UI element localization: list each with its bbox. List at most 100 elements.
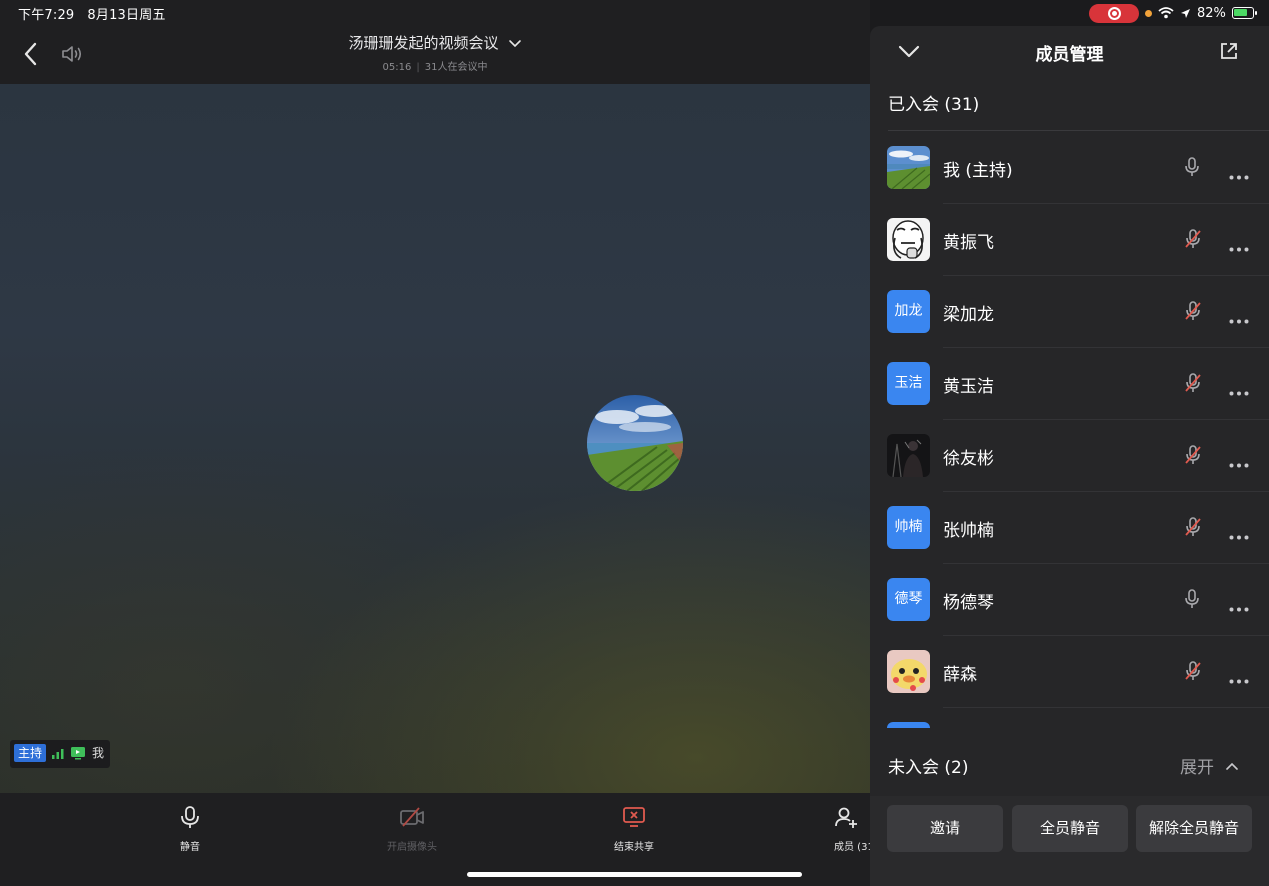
more-dots-icon xyxy=(1229,319,1249,324)
mute-label: 静音 xyxy=(180,842,200,853)
invite-button[interactable]: 邀请 xyxy=(887,805,1003,852)
camera-button[interactable]: 开启摄像头 xyxy=(372,805,452,853)
popout-button[interactable] xyxy=(1219,41,1239,65)
member-name: 徐友彬 xyxy=(943,449,994,469)
chevron-down-icon xyxy=(508,39,521,47)
microphone-icon xyxy=(1185,589,1199,608)
members-button[interactable]: 成员 (31) xyxy=(816,805,870,853)
member-avatar: 加龙 xyxy=(887,290,930,333)
shared-video-area xyxy=(0,84,870,793)
camera-label: 开启摄像头 xyxy=(387,842,437,853)
member-row[interactable]: 加龙 梁加龙 xyxy=(870,276,1269,348)
self-name: 我 xyxy=(92,746,105,760)
member-mic-button[interactable] xyxy=(1184,445,1202,469)
member-name: 张帅楠 xyxy=(943,521,994,541)
member-row[interactable]: 德琴 杨德琴 xyxy=(870,564,1269,636)
member-name: 黄玉洁 xyxy=(943,377,994,397)
more-dots-icon xyxy=(1229,175,1249,180)
more-dots-icon xyxy=(1229,535,1249,540)
member-name: 杨德琴 xyxy=(943,593,994,613)
home-indicator xyxy=(467,872,802,877)
member-more-button[interactable] xyxy=(1229,237,1249,256)
joined-members-header: 已入会 (31) xyxy=(888,95,980,115)
screen-recording-icon[interactable] xyxy=(1089,3,1139,23)
microphone-muted-icon xyxy=(1185,373,1201,392)
location-arrow-icon xyxy=(1181,8,1190,18)
member-mic-button[interactable] xyxy=(1184,661,1202,685)
unmute-all-button[interactable]: 解除全员静音 xyxy=(1136,805,1252,852)
more-dots-icon xyxy=(1229,679,1249,684)
member-row[interactable]: 薛森 xyxy=(870,636,1269,708)
status-bar-right: 82% xyxy=(1089,3,1257,23)
unjoined-section-header: 未入会 (2) 展开 xyxy=(870,728,1269,796)
signal-strength-icon xyxy=(52,749,64,759)
self-video-tag: 主持 我 xyxy=(10,740,111,768)
expand-label: 展开 xyxy=(1180,758,1214,778)
member-row[interactable]: 帅楠 张帅楠 xyxy=(870,492,1269,564)
divider xyxy=(888,130,1269,131)
meeting-participant-count: 31人在会议中 xyxy=(424,62,488,73)
member-mic-button[interactable] xyxy=(1184,301,1202,325)
mute-all-button[interactable]: 全员静音 xyxy=(1012,805,1128,852)
camera-off-icon xyxy=(400,807,424,827)
member-name: 薛森 xyxy=(943,665,977,685)
add-member-icon xyxy=(835,807,857,828)
self-avatar xyxy=(587,395,683,491)
status-date: 8月13日周五 xyxy=(87,8,166,23)
screen-share-icon xyxy=(71,747,86,760)
landscape-photo-icon xyxy=(587,395,683,491)
member-avatar xyxy=(887,146,930,189)
status-bar-time-date: 下午7:29 8月13日周五 xyxy=(18,4,166,23)
member-mic-button[interactable] xyxy=(1184,229,1202,253)
chevron-up-icon xyxy=(1226,762,1238,770)
end-share-label: 结束共享 xyxy=(614,842,654,853)
mic-in-use-indicator-icon xyxy=(1145,9,1152,17)
microphone-muted-icon xyxy=(1185,301,1201,320)
host-badge: 主持 xyxy=(14,744,47,762)
end-share-button[interactable]: 结束共享 xyxy=(594,805,674,853)
meeting-duration: 05:16 xyxy=(382,62,412,73)
member-avatar xyxy=(887,218,930,261)
member-mic-button[interactable] xyxy=(1184,157,1200,181)
member-mic-button[interactable] xyxy=(1184,373,1202,397)
member-more-button[interactable] xyxy=(1229,525,1249,544)
battery-percent: 82% xyxy=(1197,5,1226,21)
more-dots-icon xyxy=(1229,391,1249,396)
member-more-button[interactable] xyxy=(1229,381,1249,400)
member-name: 黄振飞 xyxy=(943,233,994,253)
microphone-icon xyxy=(1185,157,1199,176)
wifi-icon xyxy=(1158,7,1174,19)
panel-header: 成员管理 xyxy=(870,26,1269,78)
member-row[interactable] xyxy=(870,708,1269,728)
member-name: 梁加龙 xyxy=(943,305,994,325)
member-avatar: 玉洁 xyxy=(887,362,930,405)
meeting-title-dropdown[interactable]: 汤珊珊发起的视频会议 xyxy=(0,32,870,53)
more-dots-icon xyxy=(1229,247,1249,252)
member-row[interactable]: 黄振飞 xyxy=(870,204,1269,276)
microphone-muted-icon xyxy=(1185,661,1201,680)
member-more-button[interactable] xyxy=(1229,165,1249,184)
dark-photo-icon xyxy=(887,434,930,477)
panel-action-bar: 邀请 全员静音 解除全员静音 xyxy=(870,796,1269,886)
member-row[interactable]: 徐友彬 xyxy=(870,420,1269,492)
microphone-muted-icon xyxy=(1185,517,1201,536)
member-avatar: 帅楠 xyxy=(887,506,930,549)
member-more-button[interactable] xyxy=(1229,309,1249,328)
member-avatar xyxy=(887,650,930,693)
external-link-icon xyxy=(1221,43,1237,59)
microphone-muted-icon xyxy=(1185,445,1201,464)
mute-button[interactable]: 静音 xyxy=(150,805,230,853)
member-more-button[interactable] xyxy=(1229,453,1249,472)
member-mic-button[interactable] xyxy=(1184,517,1202,541)
member-mic-button[interactable] xyxy=(1184,589,1200,613)
member-row[interactable]: 玉洁 黄玉洁 xyxy=(870,348,1269,420)
panel-title: 成员管理 xyxy=(1035,45,1104,65)
member-more-button[interactable] xyxy=(1229,669,1249,688)
member-management-panel: 成员管理 已入会 (31) 我 (主持) 黄振飞 加龙 梁加龙 玉洁 黄玉洁 徐… xyxy=(870,26,1269,886)
expand-unjoined-button[interactable]: 展开 xyxy=(1180,753,1238,778)
member-more-button[interactable] xyxy=(1229,597,1249,616)
meme-face-icon xyxy=(887,218,930,261)
battery-icon xyxy=(1231,7,1257,19)
microphone-icon xyxy=(181,806,199,828)
member-row[interactable]: 我 (主持) xyxy=(870,132,1269,204)
